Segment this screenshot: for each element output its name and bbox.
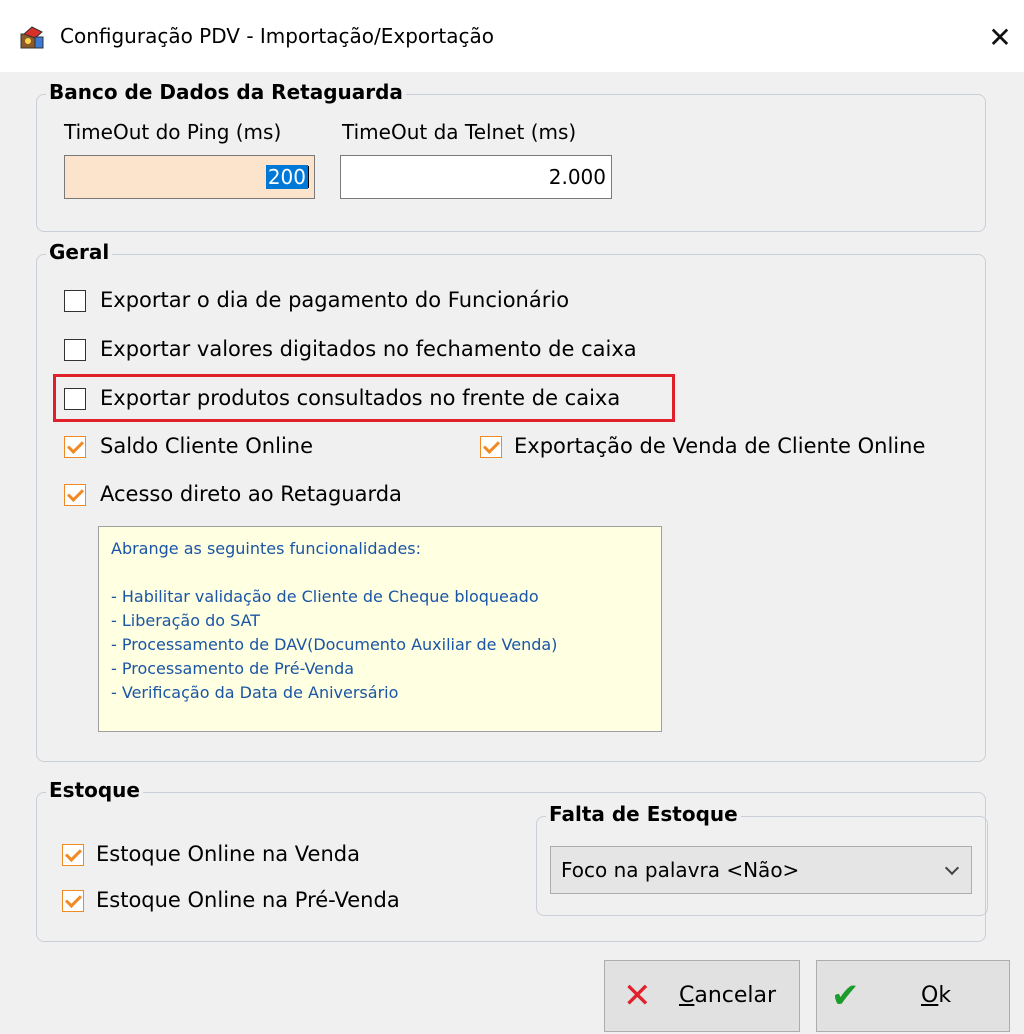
label-exportacao-venda-cliente-online: Exportação de Venda de Cliente Online	[514, 434, 926, 458]
telnet-timeout-input[interactable]: 2.000	[340, 155, 612, 199]
label-acesso-direto-retaguarda: Acesso direto ao Retaguarda	[100, 482, 402, 506]
ping-timeout-input[interactable]: 200	[64, 155, 315, 199]
label-saldo-cliente-online: Saldo Cliente Online	[100, 434, 314, 458]
close-x-icon: ✕	[623, 976, 652, 1016]
info-line: - Liberação do SAT	[111, 611, 261, 630]
checkbox-estoque-online-venda[interactable]	[62, 844, 84, 866]
banco-legend: Banco de Dados da Retaguarda	[46, 80, 406, 104]
falta-estoque-value: Foco na palavra <Não>	[561, 858, 800, 882]
ping-label: TimeOut do Ping (ms)	[64, 120, 282, 144]
label-estoque-online-venda: Estoque Online na Venda	[96, 842, 360, 866]
info-heading: Abrange as seguintes funcionalidades:	[111, 539, 422, 558]
label-exportar-valores-fechamento: Exportar valores digitados no fechamento…	[100, 337, 637, 361]
falta-estoque-legend: Falta de Estoque	[546, 802, 741, 826]
ok-button[interactable]: ✔ Ok	[816, 960, 1010, 1032]
ok-label: Ok	[921, 983, 952, 1008]
cancel-label: Cancelar	[679, 983, 777, 1008]
checkbox-exportacao-venda-cliente-online[interactable]	[480, 436, 502, 458]
telnet-value: 2.000	[548, 165, 606, 189]
text-caret	[308, 166, 309, 188]
checkbox-exportar-valores-fechamento[interactable]	[64, 339, 86, 361]
checkmark-icon: ✔	[831, 976, 860, 1016]
label-exportar-produtos-consultados: Exportar produtos consultados no frente …	[100, 386, 621, 410]
info-line: - Habilitar validação de Cliente de Cheq…	[111, 587, 539, 606]
window-title: Configuração PDV - Importação/Exportação	[60, 24, 494, 48]
checkbox-saldo-cliente-online[interactable]	[64, 436, 86, 458]
estoque-legend: Estoque	[46, 778, 143, 802]
checkbox-acesso-direto-retaguarda[interactable]	[64, 484, 86, 506]
telnet-label: TimeOut da Telnet (ms)	[342, 120, 577, 144]
falta-estoque-select[interactable]: Foco na palavra <Não>	[550, 846, 972, 894]
checkbox-exportar-produtos-consultados[interactable]	[64, 388, 86, 410]
checkbox-exportar-dia-pagamento[interactable]	[64, 290, 86, 312]
cancel-button[interactable]: ✕ Cancelar	[604, 960, 800, 1032]
info-panel: Abrange as seguintes funcionalidades: - …	[98, 526, 662, 732]
close-button[interactable]: ✕	[980, 18, 1020, 58]
app-icon	[20, 26, 44, 49]
info-line: - Processamento de Pré-Venda	[111, 659, 355, 678]
geral-legend: Geral	[46, 240, 113, 264]
ping-value: 200	[265, 165, 308, 189]
label-exportar-dia-pagamento: Exportar o dia de pagamento do Funcionár…	[100, 288, 570, 312]
info-line: - Verificação da Data de Aniversário	[111, 683, 399, 702]
label-estoque-online-pre-venda: Estoque Online na Pré-Venda	[96, 888, 400, 912]
close-icon: ✕	[988, 21, 1012, 54]
checkbox-estoque-online-pre-venda[interactable]	[62, 890, 84, 912]
title-bar: Configuração PDV - Importação/Exportação…	[0, 0, 1024, 72]
chevron-down-icon	[944, 860, 960, 876]
info-line: - Processamento de DAV(Documento Auxilia…	[111, 635, 558, 654]
